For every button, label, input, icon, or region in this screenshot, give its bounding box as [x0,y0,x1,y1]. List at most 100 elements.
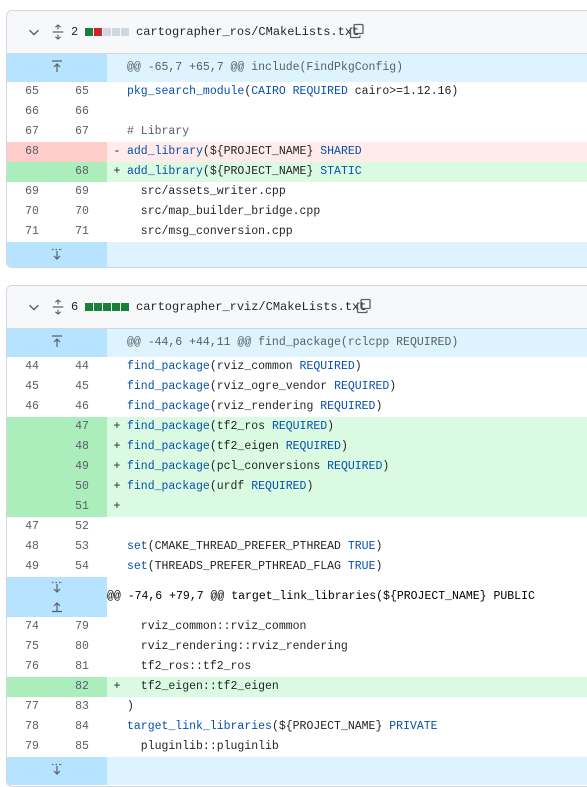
diff-sign [107,102,127,122]
old-line-number[interactable]: 78 [7,717,57,737]
diff-sign: + [107,677,127,697]
context-line: 77 83) [7,697,587,717]
diff-sign [107,182,127,202]
code-text: find_package(rviz_common REQUIRED) [127,360,362,373]
new-line-number[interactable]: 49 [57,457,107,477]
old-line-number[interactable]: 47 [7,517,57,537]
new-line-number[interactable]: 46 [57,397,107,417]
added-line: 51 + [7,497,587,517]
file-path[interactable]: cartographer_rviz/CMakeLists.txt [136,300,366,314]
old-line-number[interactable] [7,497,57,517]
new-line-number[interactable]: 51 [57,497,107,517]
diffstat-bars [85,303,129,311]
new-line-number[interactable]: 54 [57,557,107,577]
copy-icon[interactable] [356,298,372,314]
expand-up-button[interactable] [7,329,107,357]
expand-down-icon [52,248,62,260]
old-line-number[interactable] [7,417,57,437]
expand-all-icon[interactable] [51,299,65,315]
expand-down-button[interactable] [7,242,107,267]
hunk-text: @@ -65,7 +65,7 @@ include(FindPkgConfig) [107,54,587,82]
code-text: add_library(${PROJECT_NAME} SHARED [127,142,587,162]
context-line: 70 70 src/map_builder_bridge.cpp [7,202,587,222]
chevron-down-icon[interactable] [27,25,41,39]
context-line: 71 71 src/msg_conversion.cpp [7,222,587,242]
code-text: tf2_eigen::tf2_eigen [127,677,587,697]
copy-icon[interactable] [349,23,365,39]
old-line-number[interactable]: 48 [7,537,57,557]
diff-sign [107,537,127,557]
old-line-number[interactable]: 70 [7,202,57,222]
added-line: 50 + find_package(urdf REQUIRED) [7,477,587,497]
hunk-text: @@ -44,6 +44,11 @@ find_package(rclcpp R… [107,329,587,357]
context-line: 47 52 [7,517,587,537]
new-line-number[interactable]: 71 [57,222,107,242]
old-line-number[interactable]: 69 [7,182,57,202]
old-line-number[interactable] [7,457,57,477]
old-line-number[interactable] [7,477,57,497]
added-line: 47 + find_package(tf2_ros REQUIRED) [7,417,587,437]
expand-up-icon [52,335,62,347]
new-line-number[interactable]: 84 [57,717,107,737]
expand-both-button[interactable] [7,577,107,617]
code-text: target_link_libraries(${PROJECT_NAME} PR… [127,720,438,733]
old-line-number[interactable]: 71 [7,222,57,242]
new-line-number[interactable]: 53 [57,537,107,557]
diff-sign [107,202,127,222]
diff-sign [107,82,127,102]
new-line-number[interactable]: 50 [57,477,107,497]
code-text: find_package(tf2_eigen REQUIRED) [127,437,587,457]
new-line-number[interactable]: 45 [57,377,107,397]
expand-all-icon[interactable] [51,24,65,40]
new-line-number[interactable]: 67 [57,122,107,142]
file-path[interactable]: cartographer_ros/CMakeLists.txt [136,25,359,39]
chevron-down-icon[interactable] [27,300,41,314]
expand-up-button[interactable] [7,54,107,82]
changes-count: 2 [71,25,79,39]
new-line-number[interactable] [57,142,107,162]
context-line: 49 54 set(THREADS_PREFER_PTHREAD_FLAG TRUE… [7,557,587,577]
new-line-number[interactable]: 48 [57,437,107,457]
deleted-line: 68 - add_library(${PROJECT_NAME} SHARED [7,142,587,162]
new-line-number[interactable]: 81 [57,657,107,677]
new-line-number[interactable]: 66 [57,102,107,122]
new-line-number[interactable]: 79 [57,617,107,637]
new-line-number[interactable]: 65 [57,82,107,102]
diff-sign: + [107,162,127,182]
context-line: 4545find_package(rviz_ogre_vendor REQUIR… [7,377,587,397]
new-line-number[interactable]: 44 [57,357,107,377]
old-line-number[interactable] [7,162,57,182]
context-line: 4444find_package(rviz_common REQUIRED) [7,357,587,377]
context-line: 7479 rviz_common::rviz_common [7,617,587,637]
hunk-footer [7,757,587,785]
diff-sign [107,557,127,577]
diff-file-2: 6 cartographer_rviz/CMakeLists.txt @@ -4… [6,285,587,787]
old-line-number[interactable]: 77 [7,697,57,717]
new-line-number[interactable]: 69 [57,182,107,202]
hunk-header: @@ -65,7 +65,7 @@ include(FindPkgConfig) [7,54,587,82]
context-line: 78 84 target_link_libraries(${PROJECT_NAME… [7,717,587,737]
new-line-number[interactable]: 83 [57,697,107,717]
old-line-number[interactable]: 49 [7,557,57,577]
hunk-footer-fill [107,757,587,785]
added-line: 68 + add_library(${PROJECT_NAME} STATIC [7,162,587,182]
new-line-number[interactable]: 52 [57,517,107,537]
new-line-number[interactable]: 70 [57,202,107,222]
added-line: 48 + find_package(tf2_eigen REQUIRED) [7,437,587,457]
new-line-number[interactable]: 80 [57,637,107,657]
old-line-number[interactable]: 68 [7,142,57,162]
new-line-number[interactable]: 82 [57,677,107,697]
new-line-number[interactable]: 85 [57,737,107,757]
diff-sign [107,222,127,242]
new-line-number[interactable]: 68 [57,162,107,182]
diff-sign [107,397,127,417]
diff-sign [107,122,127,142]
old-line-number[interactable]: 79 [7,737,57,757]
code-text: set(CMAKE_THREAD_PREFER_PTHREAD TRUE) [127,540,383,553]
code-text: rviz_common::rviz_common [127,620,307,633]
diff-sign [107,717,127,737]
new-line-number[interactable]: 47 [57,417,107,437]
expand-down-button[interactable] [7,757,107,785]
old-line-number[interactable] [7,437,57,457]
code-text: src/map_builder_bridge.cpp [127,205,321,218]
